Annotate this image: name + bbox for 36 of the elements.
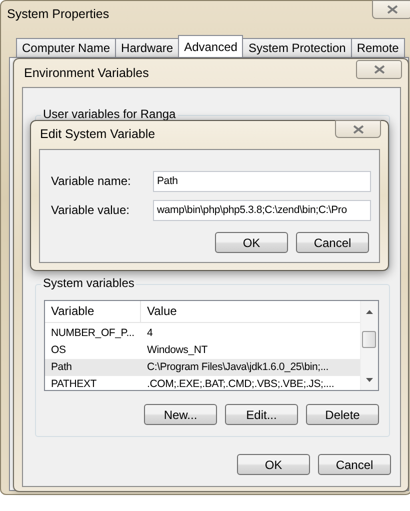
window-title: System Properties (7, 7, 110, 21)
scroll-down-icon[interactable] (366, 378, 373, 382)
field-label: Variable name: (51, 174, 131, 188)
table-row[interactable]: NUMBER_OF_P... 4 (45, 325, 361, 342)
close-button[interactable] (356, 60, 402, 79)
column-header[interactable]: Variable (45, 301, 141, 322)
input-field[interactable]: wamp\bin\php\php5.3.8;C:\zend\bin;C:\Pro (153, 200, 371, 221)
table-row[interactable]: Path C:\Program Files\Java\jdk1.6.0_25\bin;... (45, 359, 361, 376)
table-row[interactable]: PATHEXT .COM;.EXE;.BAT;.CMD;.VBS;.VBE;.JS;.... (45, 376, 361, 393)
tab[interactable]: Remote (350, 38, 405, 57)
tab[interactable]: Hardware (115, 38, 180, 57)
window-title: Edit System Variable (40, 127, 156, 141)
scrollbar[interactable] (360, 301, 378, 390)
close-icon (352, 124, 364, 134)
dialog-button[interactable]: Edit... (225, 404, 298, 425)
table-row[interactable]: OS Windows_NT (45, 342, 361, 359)
group-label: System variables (41, 276, 136, 290)
window-title: Environment Variables (24, 66, 149, 80)
field-label: Variable value: (51, 203, 130, 217)
dialog-button[interactable]: Delete (306, 404, 379, 425)
input-field[interactable]: Path (153, 171, 371, 192)
tab[interactable]: Computer Name (16, 38, 116, 57)
scroll-thumb[interactable] (362, 331, 376, 348)
dialog-button[interactable]: Cancel (296, 232, 369, 253)
tab[interactable]: Advanced (178, 35, 244, 57)
dialog-button[interactable]: OK (215, 232, 288, 253)
group-label: User variables for Ranga (41, 107, 178, 121)
scroll-up-icon[interactable] (366, 310, 373, 314)
close-button[interactable] (372, 0, 410, 19)
close-icon (374, 65, 384, 74)
close-button[interactable] (335, 120, 381, 138)
tab[interactable]: System Protection (242, 38, 352, 57)
dialog-button[interactable]: Cancel (318, 454, 391, 475)
close-icon (386, 5, 398, 14)
dialog-button[interactable]: New... (144, 404, 217, 425)
dialog-button[interactable]: OK (237, 454, 310, 475)
